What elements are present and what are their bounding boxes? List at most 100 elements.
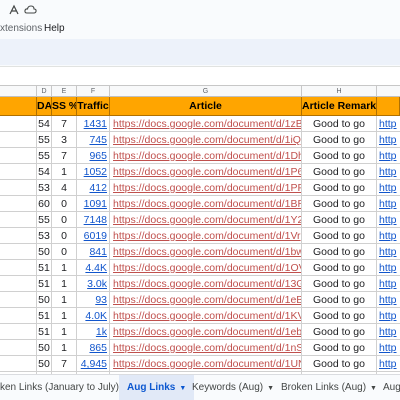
- cell-remarks[interactable]: Good to go: [302, 308, 377, 323]
- cell-link-text[interactable]: http: [379, 358, 397, 370]
- cell-traffic-text[interactable]: 965: [89, 150, 107, 162]
- cell-link-text[interactable]: http: [379, 198, 397, 210]
- cell-link[interactable]: http: [377, 148, 400, 163]
- column-header-h[interactable]: H: [302, 86, 377, 97]
- cell-link-text[interactable]: http: [379, 246, 397, 258]
- header-cell-a[interactable]: [0, 97, 37, 115]
- tab-aug-links[interactable]: Aug Links ▼: [119, 375, 195, 400]
- cell-url-prefix[interactable]: [0, 292, 37, 307]
- cell-remarks[interactable]: Good to go: [302, 260, 377, 275]
- cell-article[interactable]: https://docs.google.com/document/d/1Y2: [110, 212, 302, 227]
- cell-article-text[interactable]: https://docs.google.com/document/d/1bw: [113, 246, 301, 258]
- cell-da[interactable]: 55: [37, 148, 52, 163]
- cell-url-prefix[interactable]: [0, 276, 37, 291]
- cell-da[interactable]: 51: [37, 308, 52, 323]
- cell-ss[interactable]: 0: [52, 228, 77, 243]
- cell-remarks[interactable]: Good to go: [302, 340, 377, 355]
- cell-link[interactable]: http: [377, 228, 400, 243]
- cell-article-text[interactable]: https://docs.google.com/document/d/1UN: [113, 358, 301, 370]
- cell-link[interactable]: http: [377, 164, 400, 179]
- cell-link-text[interactable]: http: [379, 134, 397, 146]
- header-da[interactable]: DA: [37, 97, 52, 115]
- cell-ss[interactable]: 1: [52, 276, 77, 291]
- cell-traffic[interactable]: 841: [77, 244, 110, 259]
- cell-da[interactable]: 53: [37, 180, 52, 195]
- cell-remarks[interactable]: Good to go: [302, 356, 377, 371]
- cell-traffic[interactable]: 1052: [77, 164, 110, 179]
- cell-traffic-text[interactable]: 6019: [84, 230, 107, 242]
- cell-article[interactable]: https://docs.google.com/document/d/1Dh: [110, 148, 302, 163]
- cell-url-prefix[interactable]: [0, 180, 37, 195]
- menu-help[interactable]: Help: [44, 22, 65, 36]
- cell-da[interactable]: 51: [37, 276, 52, 291]
- cell-traffic[interactable]: 3.0k: [77, 276, 110, 291]
- cell-ss[interactable]: 1: [52, 340, 77, 355]
- cell-link[interactable]: http: [377, 356, 400, 371]
- header-cell-i[interactable]: [377, 97, 400, 115]
- tab-broken-links-aug[interactable]: Broken Links (Aug) ▼: [281, 375, 377, 400]
- tab-broken-links-jan-jul[interactable]: ken Links (January to July)▼: [0, 375, 130, 400]
- cell-article[interactable]: https://docs.google.com/document/d/1eb: [110, 324, 302, 339]
- column-header-f[interactable]: F: [77, 86, 110, 97]
- cell-link[interactable]: http: [377, 196, 400, 211]
- cell-traffic[interactable]: 965: [77, 148, 110, 163]
- cell-link[interactable]: http: [377, 212, 400, 227]
- cell-article-text[interactable]: https://docs.google.com/document/d/1eB: [113, 294, 301, 306]
- cell-article-text[interactable]: https://docs.google.com/document/d/1Y2: [113, 214, 301, 226]
- cell-traffic[interactable]: 93: [77, 292, 110, 307]
- cell-remarks[interactable]: Good to go: [302, 324, 377, 339]
- cell-traffic-text[interactable]: 841: [89, 246, 107, 258]
- cell-article-text[interactable]: https://docs.google.com/document/d/1P6: [113, 166, 301, 178]
- cell-article[interactable]: https://docs.google.com/document/d/1KV: [110, 308, 302, 323]
- cell-traffic-text[interactable]: 1091: [84, 198, 107, 210]
- cell-article[interactable]: https://docs.google.com/document/d/13G: [110, 276, 302, 291]
- cell-article-text[interactable]: https://docs.google.com/document/d/1nS: [113, 342, 301, 354]
- cell-traffic-text[interactable]: 865: [89, 342, 107, 354]
- cell-link-text[interactable]: http: [379, 182, 397, 194]
- tab-aug[interactable]: Aug: [383, 375, 400, 400]
- cell-article-text[interactable]: https://docs.google.com/document/d/1zB: [113, 118, 301, 130]
- cell-link[interactable]: http: [377, 340, 400, 355]
- cell-link[interactable]: http: [377, 260, 400, 275]
- cell-ss[interactable]: 1: [52, 292, 77, 307]
- cloud-icon[interactable]: [24, 4, 37, 19]
- cell-url-prefix[interactable]: [0, 164, 37, 179]
- cell-article[interactable]: https://docs.google.com/document/d/1UN: [110, 356, 302, 371]
- cell-article[interactable]: https://docs.google.com/document/d/1iQ: [110, 132, 302, 147]
- cell-article[interactable]: https://docs.google.com/document/d/1nS: [110, 340, 302, 355]
- cell-da[interactable]: 53: [37, 228, 52, 243]
- cell-link[interactable]: http: [377, 116, 400, 131]
- cell-remarks[interactable]: Good to go: [302, 196, 377, 211]
- cell-link-text[interactable]: http: [379, 214, 397, 226]
- cell-traffic[interactable]: 4,945: [77, 356, 110, 371]
- cell-url-prefix[interactable]: [0, 212, 37, 227]
- header-ss[interactable]: SS %: [52, 97, 77, 115]
- cell-traffic[interactable]: 4.0K: [77, 308, 110, 323]
- cell-link-text[interactable]: http: [379, 278, 397, 290]
- cell-da[interactable]: 50: [37, 244, 52, 259]
- cell-link-text[interactable]: http: [379, 342, 397, 354]
- tab-dropdown-icon[interactable]: ▼: [370, 385, 377, 392]
- cell-da[interactable]: 51: [37, 260, 52, 275]
- cell-article-text[interactable]: https://docs.google.com/document/d/1Dh: [113, 150, 301, 162]
- cell-article[interactable]: https://docs.google.com/document/d/1BR: [110, 196, 302, 211]
- cell-remarks[interactable]: Good to go: [302, 212, 377, 227]
- cell-article-text[interactable]: https://docs.google.com/document/d/1iQ: [113, 134, 301, 146]
- cell-link-text[interactable]: http: [379, 326, 397, 338]
- cell-remarks[interactable]: Good to go: [302, 244, 377, 259]
- cell-traffic[interactable]: 1091: [77, 196, 110, 211]
- cell-article-text[interactable]: https://docs.google.com/document/d/1eb: [113, 326, 301, 338]
- cell-link-text[interactable]: http: [379, 310, 397, 322]
- cell-link[interactable]: http: [377, 308, 400, 323]
- cell-traffic-text[interactable]: 7148: [84, 214, 107, 226]
- cell-da[interactable]: 54: [37, 164, 52, 179]
- cell-da[interactable]: 54: [37, 116, 52, 131]
- cell-traffic[interactable]: 4.4K: [77, 260, 110, 275]
- tab-keywords-aug[interactable]: Keywords (Aug) ▼: [192, 375, 274, 400]
- cell-ss[interactable]: 0: [52, 196, 77, 211]
- cell-article[interactable]: https://docs.google.com/document/d/1zB: [110, 116, 302, 131]
- cell-url-prefix[interactable]: [0, 244, 37, 259]
- cell-remarks[interactable]: Good to go: [302, 276, 377, 291]
- cell-ss[interactable]: 1: [52, 308, 77, 323]
- cell-remarks[interactable]: Good to go: [302, 116, 377, 131]
